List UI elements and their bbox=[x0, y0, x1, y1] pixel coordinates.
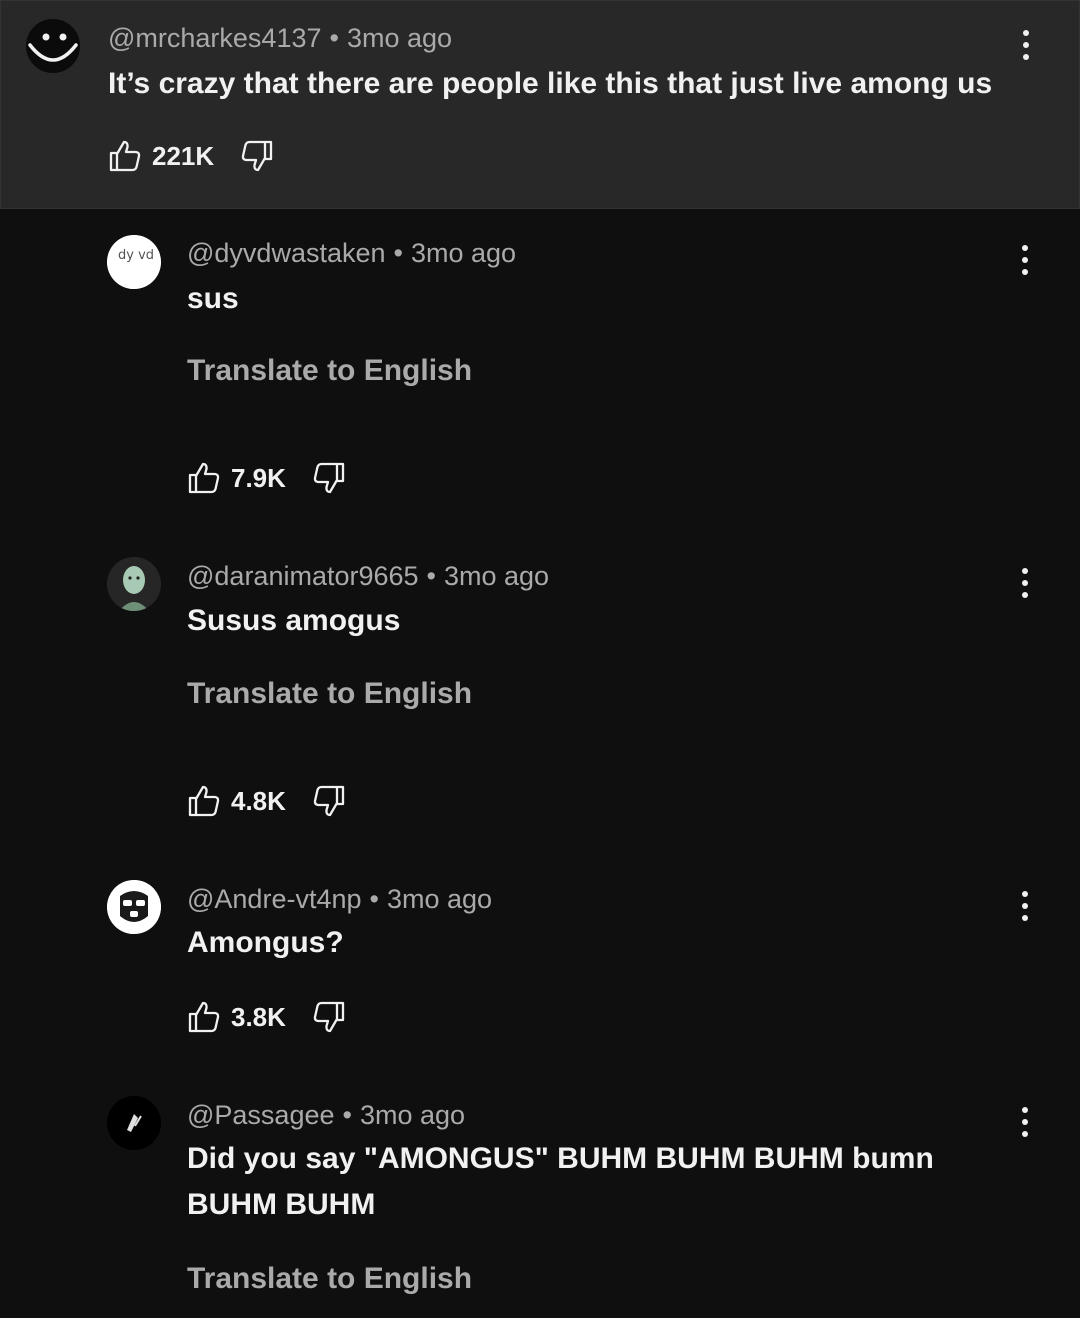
more-vert-icon[interactable] bbox=[1010, 240, 1040, 280]
comment-time[interactable]: 3mo ago bbox=[360, 1100, 465, 1130]
like-count: 7.9K bbox=[231, 462, 286, 493]
avatar[interactable]: dy vd bbox=[107, 235, 161, 289]
thumbs-up-icon[interactable] bbox=[187, 784, 221, 818]
comment-text: Susus amogus bbox=[187, 604, 401, 637]
comment-author[interactable]: @dyvdwastaken bbox=[187, 238, 386, 268]
comment-author[interactable]: @Passagee bbox=[187, 1100, 335, 1130]
thumbs-down-icon[interactable] bbox=[312, 461, 346, 495]
translate-button[interactable]: Translate to English bbox=[187, 1262, 472, 1296]
like-count: 4.8K bbox=[231, 785, 286, 816]
like-count: 221K bbox=[152, 140, 215, 171]
comment-time[interactable]: 3mo ago bbox=[347, 23, 452, 53]
comment-text: sus bbox=[187, 282, 239, 315]
separator: • bbox=[426, 561, 436, 591]
comment-actions: 3.8K bbox=[187, 997, 346, 1037]
more-vert-icon[interactable] bbox=[1010, 886, 1040, 926]
more-vert-icon[interactable] bbox=[1010, 563, 1040, 603]
separator: • bbox=[342, 1100, 352, 1130]
avatar[interactable] bbox=[107, 1096, 161, 1150]
comment-time[interactable]: 3mo ago bbox=[387, 884, 492, 914]
thumbs-down-icon[interactable] bbox=[240, 139, 274, 173]
comment-header: @dyvdwastaken • 3mo ago bbox=[187, 238, 516, 269]
comment-header: @mrcharkes4137 • 3mo ago bbox=[108, 23, 452, 54]
comment-time[interactable]: 3mo ago bbox=[444, 561, 549, 591]
thumbs-up-icon[interactable] bbox=[187, 461, 221, 495]
comment-actions: 7.9K bbox=[187, 458, 346, 498]
comment-time[interactable]: 3mo ago bbox=[411, 238, 516, 268]
thumbs-up-icon[interactable] bbox=[108, 139, 142, 173]
comment-header: @Passagee • 3mo ago bbox=[187, 1100, 465, 1131]
comment-text: Did you say "AMONGUS" BUHM BUHM BUHM bum… bbox=[187, 1142, 934, 1221]
comment-author[interactable]: @Andre-vt4np bbox=[187, 884, 362, 914]
thumbs-down-icon[interactable] bbox=[312, 784, 346, 818]
highlighted-comment: @mrcharkes4137 • 3mo ago It’s crazy that t… bbox=[0, 0, 1080, 209]
dog-avatar-icon bbox=[107, 880, 161, 934]
comment-author[interactable]: @daranimator9665 bbox=[187, 561, 419, 591]
more-vert-icon[interactable] bbox=[1010, 1102, 1040, 1142]
thumbs-down-icon[interactable] bbox=[312, 1000, 346, 1034]
smiley-avatar-icon bbox=[27, 20, 79, 72]
comment-header: @daranimator9665 • 3mo ago bbox=[187, 561, 549, 592]
avatar[interactable] bbox=[26, 19, 80, 73]
separator: • bbox=[369, 884, 379, 914]
comment-actions: 4.8K bbox=[187, 781, 346, 821]
translate-button[interactable]: Translate to English bbox=[187, 354, 472, 388]
comment-text: Amongus? bbox=[187, 926, 344, 959]
character-avatar-icon bbox=[107, 557, 161, 611]
logo-avatar-icon bbox=[107, 1096, 161, 1150]
avatar[interactable] bbox=[107, 880, 161, 934]
comment-actions: 221K bbox=[108, 136, 274, 176]
handwritten-avatar-icon: dy vd bbox=[107, 235, 161, 289]
thumbs-up-icon[interactable] bbox=[187, 1000, 221, 1034]
like-count: 3.8K bbox=[231, 1001, 286, 1032]
comment-text: It’s crazy that there are people like th… bbox=[108, 67, 993, 100]
separator: • bbox=[393, 238, 403, 268]
more-vert-icon[interactable] bbox=[1011, 25, 1041, 65]
separator: • bbox=[329, 23, 339, 53]
comment-author[interactable]: @mrcharkes4137 bbox=[108, 23, 322, 53]
avatar[interactable] bbox=[107, 557, 161, 611]
comment-header: @Andre-vt4np • 3mo ago bbox=[187, 884, 492, 915]
translate-button[interactable]: Translate to English bbox=[187, 677, 472, 711]
avatar-text: dy vd bbox=[118, 248, 154, 263]
